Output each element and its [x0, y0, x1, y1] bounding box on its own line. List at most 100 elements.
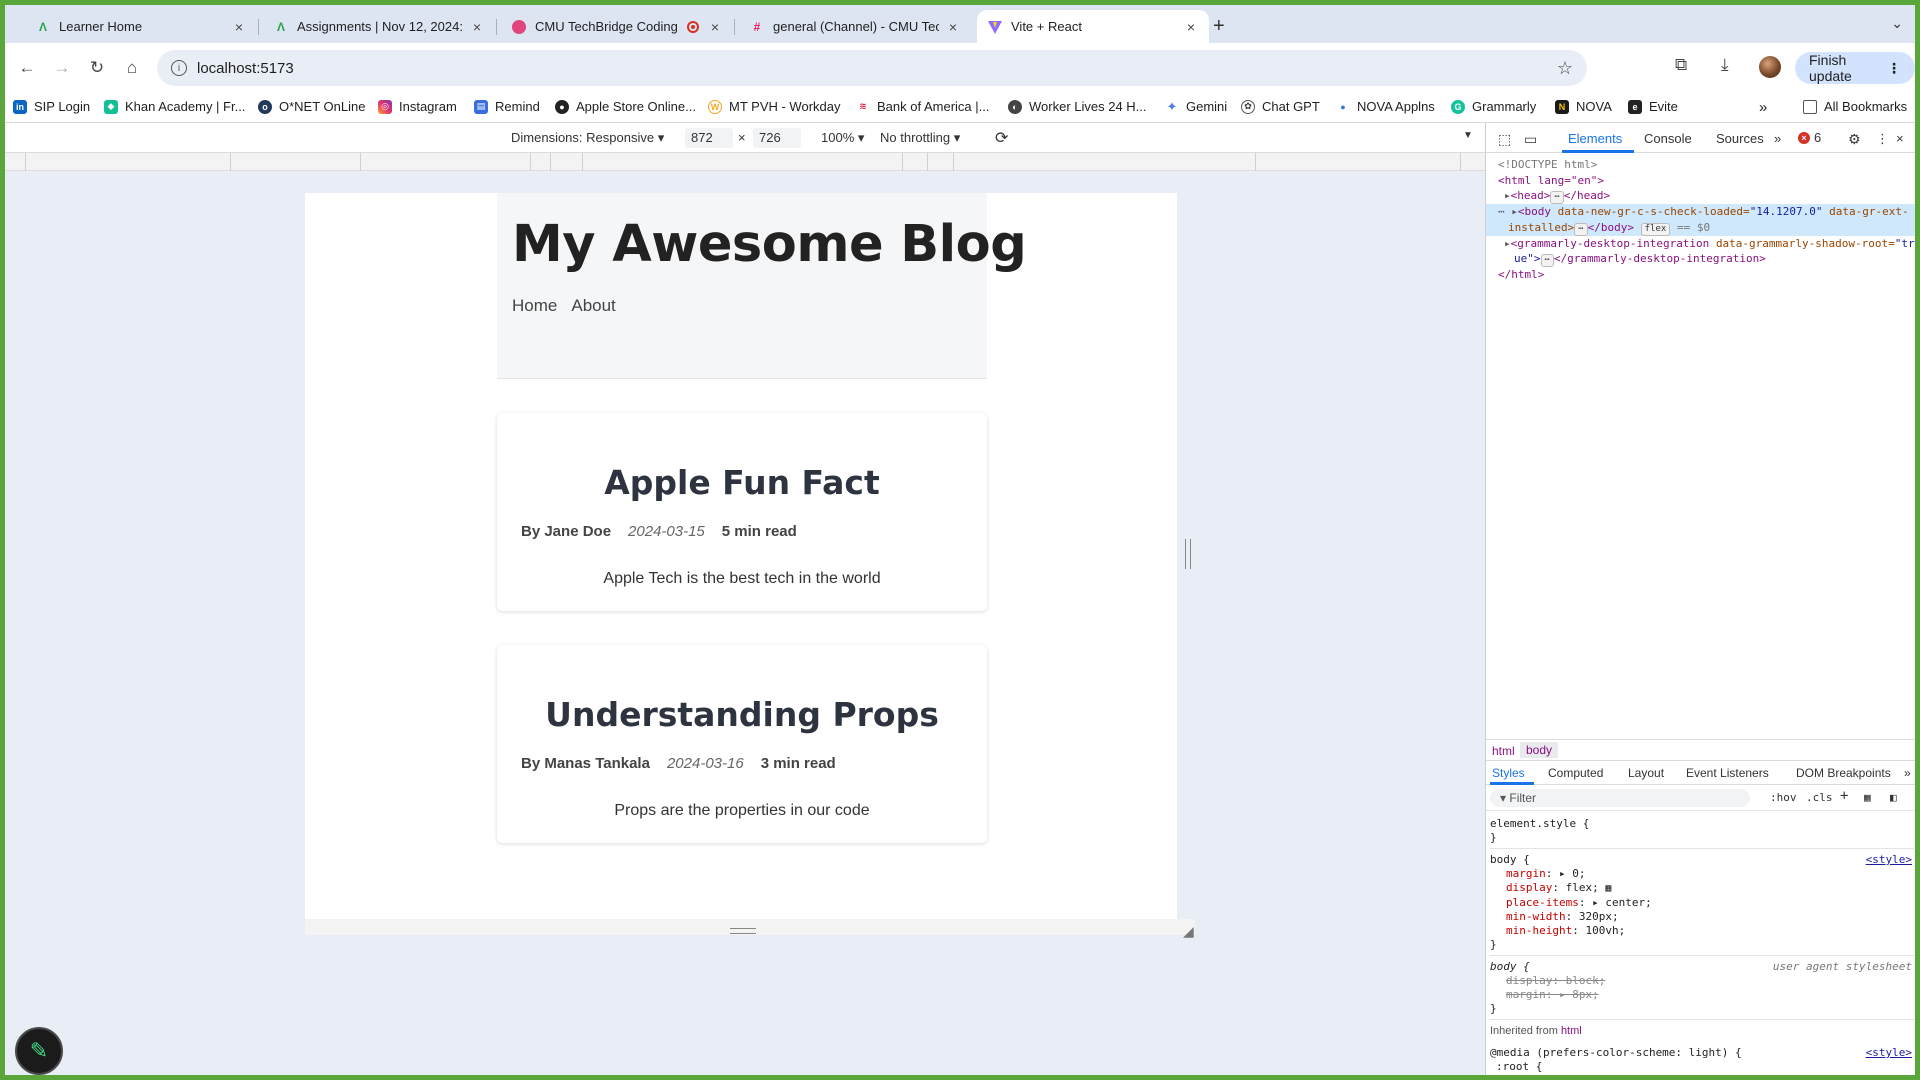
tab-computed[interactable]: Computed	[1548, 766, 1603, 780]
tab-slack-general[interactable]: # general (Channel) - CMU Tec ×	[739, 10, 971, 43]
bookmark-star-icon[interactable]: ☆	[1557, 58, 1573, 79]
body-style-rule[interactable]: <style> body { margin: ▸ 0; display: fle…	[1490, 849, 1914, 956]
more-bookmarks-icon[interactable]: »	[1759, 99, 1767, 116]
dimensions-dropdown[interactable]: Dimensions: Responsive ▾	[511, 130, 664, 146]
bookmark-instagram[interactable]: ◎ Instagram	[378, 99, 457, 114]
throttling-dropdown[interactable]: No throttling ▾	[880, 130, 960, 146]
width-input[interactable]: 872	[685, 128, 733, 148]
inspect-element-icon[interactable]: ⬚	[1498, 131, 1511, 148]
nav-about-link[interactable]: About	[571, 296, 615, 316]
css-value[interactable]: flex;	[1566, 881, 1599, 894]
add-rule-icon[interactable]: +	[1840, 788, 1848, 804]
settings-gear-icon[interactable]: ⚙	[1848, 131, 1861, 148]
tab-learner-home[interactable]: Ʌ Learner Home ×	[25, 10, 257, 43]
address-bar[interactable]: i localhost:5173 ☆	[157, 50, 1587, 86]
css-property[interactable]: min-width	[1506, 910, 1566, 923]
forward-icon[interactable]: →	[49, 55, 75, 81]
filter-input[interactable]: ▾ Filter	[1490, 789, 1750, 807]
element-style-rule[interactable]: element.style { }	[1490, 813, 1914, 849]
device-toolbar-menu-icon[interactable]: ▼	[1463, 130, 1473, 141]
tab-styles[interactable]: Styles	[1492, 766, 1525, 780]
dom-html-open[interactable]: <html lang="en">	[1498, 173, 1915, 189]
finish-update-button[interactable]: Finish update ⋮	[1795, 52, 1915, 84]
sidebar-toggle-icon[interactable]: ◧	[1890, 791, 1897, 804]
bookmark-nova-applns[interactable]: ● NOVA Applns	[1336, 99, 1435, 114]
collapsed-pill[interactable]: ⋯	[1574, 222, 1588, 236]
close-devtools-icon[interactable]: ×	[1896, 131, 1904, 146]
collapsed-pill[interactable]: ⋯	[1540, 254, 1554, 267]
collapsed-pill[interactable]: ⋯	[1550, 191, 1564, 204]
tab-techbridge[interactable]: CMU TechBridge Coding ×	[501, 10, 733, 43]
edit-pencil-icon[interactable]: ✎	[15, 1027, 63, 1075]
media-rule[interactable]: <style> @media (prefers-color-scheme: li…	[1490, 1042, 1914, 1075]
close-icon[interactable]: ×	[707, 19, 723, 35]
tab-layout[interactable]: Layout	[1628, 766, 1664, 780]
bookmark-sip-login[interactable]: in SIP Login	[13, 99, 90, 114]
tab-assignments[interactable]: Ʌ Assignments | Nov 12, 2024: ×	[263, 10, 495, 43]
resize-handle-corner[interactable]: ◢	[1183, 923, 1194, 940]
bookmark-khan-academy[interactable]: ◆ Khan Academy | Fr...	[104, 99, 245, 114]
dom-doctype[interactable]: <!DOCTYPE html>	[1498, 157, 1915, 173]
reload-icon[interactable]: ↻	[84, 55, 110, 81]
back-icon[interactable]: ←	[14, 55, 40, 81]
new-tab-button[interactable]: +	[1213, 15, 1225, 38]
breadcrumb-html[interactable]: html	[1492, 744, 1515, 758]
extensions-icon[interactable]: ⧉	[1675, 55, 1687, 75]
bookmark-evite[interactable]: e Evite	[1628, 99, 1678, 114]
bookmark-gemini[interactable]: ✦ Gemini	[1165, 99, 1227, 114]
device-toggle-icon[interactable]: ▭	[1524, 131, 1537, 148]
close-icon[interactable]: ×	[1183, 19, 1199, 35]
inherited-element[interactable]: html	[1561, 1025, 1582, 1037]
rotate-icon[interactable]: ⟳	[995, 128, 1008, 148]
tab-elements[interactable]: Elements	[1568, 131, 1622, 146]
more-tabs-icon[interactable]: »	[1774, 131, 1781, 146]
bookmark-worker-lives[interactable]: ◐ Worker Lives 24 H...	[1008, 99, 1147, 114]
all-bookmarks-button[interactable]: All Bookmarks	[1803, 99, 1907, 114]
resize-handle-bottom[interactable]	[730, 928, 756, 934]
css-property[interactable]: display	[1506, 881, 1552, 894]
tab-event-listeners[interactable]: Event Listeners	[1686, 766, 1769, 780]
cls-toggle[interactable]: .cls	[1806, 791, 1833, 804]
css-overridden[interactable]: display: block;	[1490, 974, 1914, 988]
user-agent-rule[interactable]: user agent stylesheet body { display: bl…	[1490, 956, 1914, 1020]
download-icon[interactable]: ⤓	[1721, 55, 1729, 75]
css-property[interactable]: margin	[1506, 867, 1546, 880]
css-overridden[interactable]: margin: ▸ 8px;	[1490, 988, 1914, 1002]
height-input[interactable]: 726	[753, 128, 801, 148]
paint-icon[interactable]: ▦	[1864, 791, 1871, 804]
dom-grammarly-line2[interactable]: ue"> ⋯ </grammarly-desktop-integration>	[1498, 251, 1915, 267]
bookmark-apple-store[interactable]: ● Apple Store Online...	[555, 99, 696, 114]
avatar[interactable]	[1759, 56, 1781, 78]
css-property[interactable]: min-height	[1506, 924, 1572, 937]
zoom-dropdown[interactable]: 100% ▾	[821, 130, 864, 146]
flex-editor-icon[interactable]: ▦	[1605, 883, 1611, 894]
close-icon[interactable]: ×	[231, 19, 247, 35]
site-info-icon[interactable]: i	[171, 60, 187, 76]
dom-grammarly[interactable]: ▸<grammarly-desktop-integration data-gra…	[1498, 236, 1915, 252]
flex-badge[interactable]: flex	[1640, 222, 1671, 236]
hov-toggle[interactable]: :hov	[1770, 791, 1797, 804]
dom-body-selected-line2[interactable]: installed> ⋯ </body> flex == $0	[1486, 219, 1915, 236]
bookmark-grammarly[interactable]: G Grammarly	[1451, 99, 1536, 114]
dom-body-selected[interactable]: ⋯ ▸<body data-new-gr-c-s-check-loaded="1…	[1486, 204, 1915, 220]
dom-head[interactable]: ▸<head> ⋯ </head>	[1498, 188, 1915, 204]
media-query-ruler[interactable]	[5, 153, 1485, 171]
rule-source-link[interactable]: <style>	[1866, 853, 1912, 867]
dom-html-close[interactable]: </html>	[1498, 267, 1915, 283]
rule-source-link[interactable]: <style>	[1866, 1046, 1912, 1060]
breadcrumb-body[interactable]: body	[1520, 742, 1559, 758]
home-icon[interactable]: ⌂	[119, 55, 145, 81]
css-value[interactable]: ▸ 0;	[1559, 867, 1586, 880]
more-vertical-icon[interactable]: ⋮	[1876, 131, 1889, 147]
tab-sources[interactable]: Sources	[1716, 131, 1764, 146]
error-badge[interactable]: × 6	[1798, 130, 1821, 145]
more-tabs-icon[interactable]: »	[1904, 766, 1911, 780]
expand-icon[interactable]: ▸	[1504, 189, 1511, 202]
bookmark-remind[interactable]: ▤ Remind	[474, 99, 540, 114]
css-value[interactable]: 100vh;	[1585, 924, 1625, 937]
url-text[interactable]: localhost:5173	[197, 60, 294, 77]
tab-vite-react[interactable]: Vite + React ×	[977, 10, 1209, 43]
tab-dom-breakpoints[interactable]: DOM Breakpoints	[1796, 766, 1891, 780]
expand-icon[interactable]: ▸	[1504, 237, 1511, 250]
bookmark-nova[interactable]: N NOVA	[1555, 99, 1612, 114]
